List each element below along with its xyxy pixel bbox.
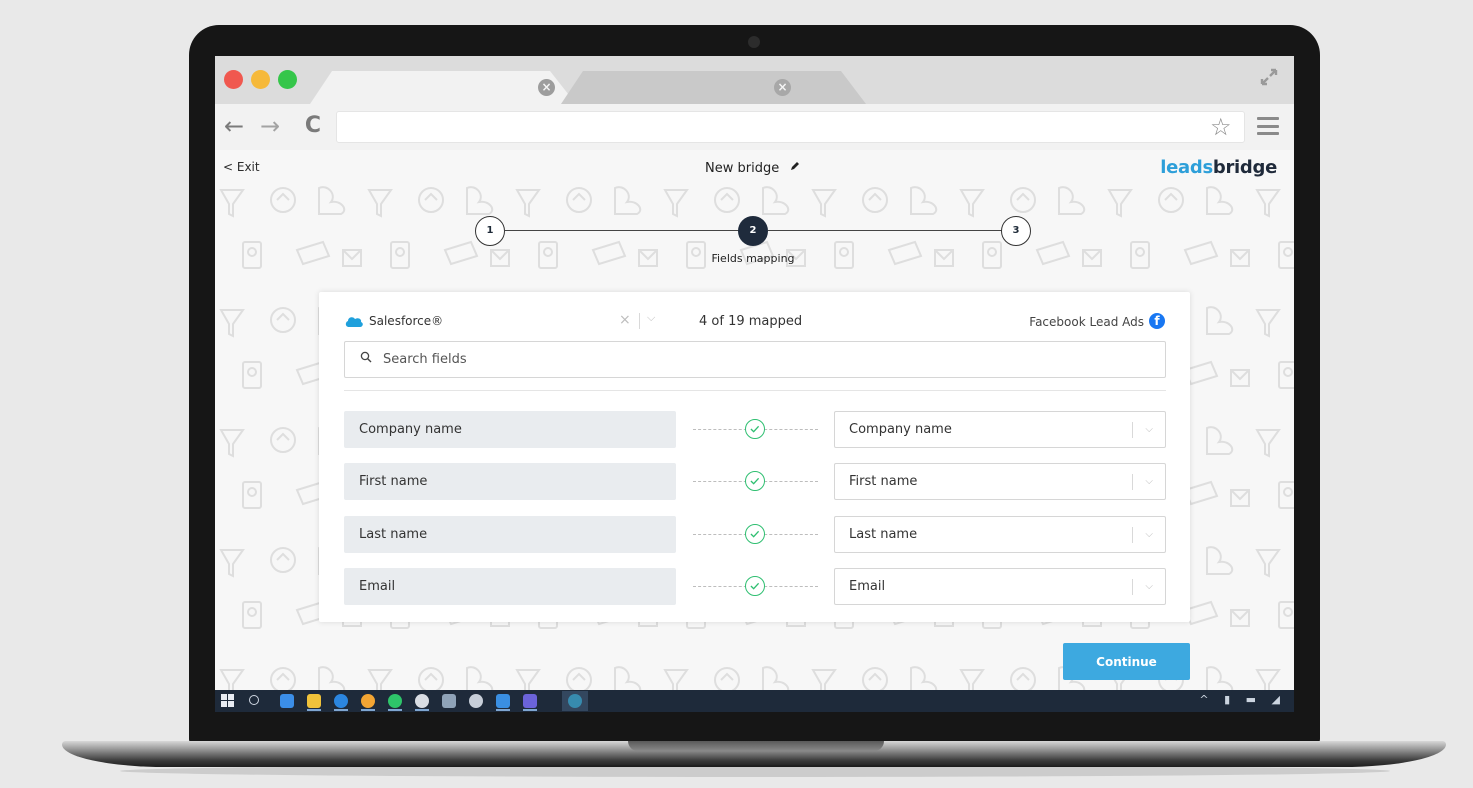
photos-icon[interactable] bbox=[496, 694, 510, 708]
browser-app-icon[interactable] bbox=[415, 694, 429, 708]
hamburger-menu-icon[interactable] bbox=[1257, 117, 1279, 135]
search-box bbox=[344, 341, 1166, 378]
step-1[interactable]: 1 bbox=[475, 216, 505, 246]
taskbar-active-indicator bbox=[307, 709, 321, 711]
pencil-icon[interactable] bbox=[789, 160, 801, 176]
tab-close-icon[interactable]: × bbox=[538, 79, 555, 96]
destination-field-select[interactable]: Email ⌵ bbox=[834, 568, 1166, 605]
check-circle-icon bbox=[745, 576, 765, 596]
check-circle-icon bbox=[745, 524, 765, 544]
taskbar-active-app bbox=[562, 691, 588, 711]
destination-field-value: Company name bbox=[849, 422, 952, 437]
laptop-shadow bbox=[120, 765, 1390, 777]
continue-button[interactable]: Continue bbox=[1063, 643, 1190, 680]
clear-icon[interactable]: × bbox=[619, 312, 631, 328]
select-separator bbox=[1132, 474, 1133, 490]
browser-tabbar: × × bbox=[215, 56, 1294, 104]
settings-icon[interactable] bbox=[469, 694, 483, 708]
mapping-row: Last name Last name ⌵ bbox=[344, 516, 1166, 553]
destination-field-value: Email bbox=[849, 579, 886, 594]
maximize-window-button[interactable] bbox=[278, 70, 297, 89]
taskbar-active-indicator bbox=[361, 709, 375, 711]
browser-tab-active[interactable]: × bbox=[310, 71, 576, 104]
laptop-notch bbox=[628, 741, 884, 751]
chrome-icon[interactable] bbox=[361, 694, 375, 708]
source-field: Email bbox=[344, 568, 676, 605]
expand-icon[interactable] bbox=[1256, 66, 1282, 92]
minimize-window-button[interactable] bbox=[251, 70, 270, 89]
step-3[interactable]: 3 bbox=[1001, 216, 1031, 246]
source-field: First name bbox=[344, 463, 676, 500]
divider bbox=[344, 390, 1166, 391]
chevron-down-icon[interactable]: ⌵ bbox=[647, 311, 655, 325]
fields-mapping-card: Salesforce® × ⌵ 4 of 19 mapped Facebook … bbox=[319, 292, 1190, 622]
chevron-down-icon[interactable]: ⌵ bbox=[1145, 412, 1153, 447]
chevron-down-icon[interactable]: ⌵ bbox=[1145, 464, 1153, 499]
source-field: Company name bbox=[344, 411, 676, 448]
mapping-row: First name First name ⌵ bbox=[344, 463, 1166, 500]
bridge-title: New bridge bbox=[705, 161, 780, 176]
arrow-right-icon[interactable]: → bbox=[257, 112, 283, 140]
app-content: < Exit New bridge leadsbridge 1 2 3 Fiel… bbox=[215, 150, 1294, 690]
browser-toolbar: ← → C ☆ bbox=[215, 104, 1294, 150]
address-bar[interactable] bbox=[336, 111, 1245, 143]
taskbar-active-indicator bbox=[496, 709, 510, 711]
destination-integration-name: Facebook Lead Ads bbox=[1029, 315, 1144, 329]
star-icon[interactable]: ☆ bbox=[1210, 114, 1232, 140]
destination-field-select[interactable]: First name ⌵ bbox=[834, 463, 1166, 500]
step-2[interactable]: 2 bbox=[738, 216, 768, 246]
screen: × × ← → C ☆ < Exit New bridge leadsbridg… bbox=[215, 56, 1294, 712]
select-separator bbox=[639, 313, 640, 329]
destination-field-select[interactable]: Last name ⌵ bbox=[834, 516, 1166, 553]
taskbar-active-indicator bbox=[334, 709, 348, 711]
taskbar-active-indicator bbox=[415, 709, 429, 711]
os-taskbar: ^ ▮ ▬ ◢ bbox=[215, 690, 1294, 712]
spotify-icon[interactable] bbox=[388, 694, 402, 708]
windows-start-icon[interactable] bbox=[221, 694, 235, 708]
select-separator bbox=[1132, 579, 1133, 595]
destination-field-value: First name bbox=[849, 474, 918, 489]
browser-tab-inactive[interactable]: × bbox=[561, 71, 866, 104]
source-integration-name[interactable]: Salesforce® bbox=[369, 314, 443, 328]
mapping-row: Email Email ⌵ bbox=[344, 568, 1166, 605]
system-tray-icons[interactable]: ^ ▮ ▬ ◢ bbox=[1199, 693, 1286, 706]
salesforce-cloud-icon bbox=[345, 317, 363, 327]
telegram-icon[interactable] bbox=[334, 694, 348, 708]
destination-field-value: Last name bbox=[849, 527, 918, 542]
stepper-line bbox=[505, 230, 739, 231]
select-separator bbox=[1132, 422, 1133, 438]
search-icon[interactable] bbox=[249, 695, 259, 705]
exit-link[interactable]: < Exit bbox=[223, 160, 260, 174]
leadsbridge-logo: leadsbridge bbox=[1160, 157, 1277, 178]
pen-app-icon[interactable] bbox=[442, 694, 456, 708]
step-label-current: Fields mapping bbox=[711, 252, 795, 265]
arrow-left-icon[interactable]: ← bbox=[221, 112, 247, 140]
taskbar-active-indicator bbox=[523, 709, 537, 711]
chevron-down-icon[interactable]: ⌵ bbox=[1145, 517, 1153, 552]
check-circle-icon bbox=[745, 471, 765, 491]
reload-icon[interactable]: C bbox=[300, 112, 326, 140]
search-icon bbox=[360, 351, 372, 363]
teams-icon[interactable] bbox=[523, 694, 537, 708]
close-window-button[interactable] bbox=[224, 70, 243, 89]
taskbar-active-indicator bbox=[388, 709, 402, 711]
source-field: Last name bbox=[344, 516, 676, 553]
todo-app-icon[interactable] bbox=[280, 694, 294, 708]
file-explorer-icon[interactable] bbox=[307, 694, 321, 708]
facebook-icon: f bbox=[1149, 313, 1165, 329]
mapped-count: 4 of 19 mapped bbox=[699, 314, 803, 329]
camera bbox=[748, 36, 760, 48]
destination-field-select[interactable]: Company name ⌵ bbox=[834, 411, 1166, 448]
select-separator bbox=[1132, 527, 1133, 543]
tab-close-icon[interactable]: × bbox=[774, 79, 791, 96]
app-header: < Exit New bridge leadsbridge bbox=[215, 150, 1294, 184]
search-fields-input[interactable] bbox=[383, 343, 1143, 376]
mapping-row: Company name Company name ⌵ bbox=[344, 411, 1166, 448]
chevron-down-icon[interactable]: ⌵ bbox=[1145, 569, 1153, 604]
check-circle-icon bbox=[745, 419, 765, 439]
stepper-line bbox=[768, 230, 1002, 231]
